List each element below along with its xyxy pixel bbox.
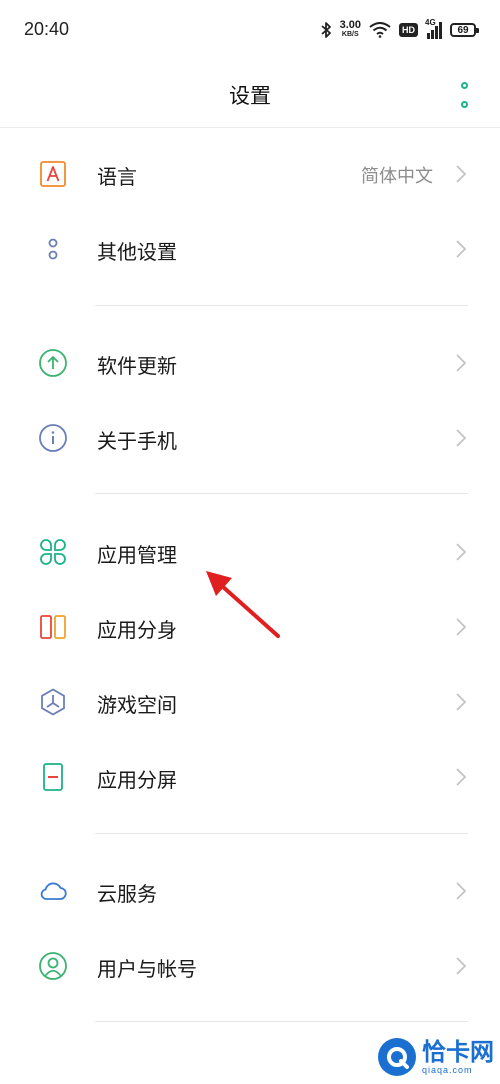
network-speed: 3.00 KB/S [339, 19, 361, 39]
more-dot-icon [460, 82, 468, 89]
chevron-right-icon [456, 165, 467, 183]
signal-bar-icon [439, 22, 442, 39]
network-speed-unit: KB/S [341, 31, 359, 38]
software-update-icon [38, 348, 68, 378]
game-space-icon [38, 687, 68, 717]
settings-item-split-screen[interactable]: 应用分屏 [0, 740, 500, 814]
users-accounts-icon [38, 951, 68, 981]
settings-item-label: 软件更新 [97, 354, 177, 378]
chevron-right-icon [456, 957, 467, 975]
settings-item-software-update[interactable]: 软件更新 [0, 326, 500, 400]
app-management-icon [38, 537, 68, 567]
more-dot-icon [460, 101, 468, 108]
settings-item-game-space[interactable]: 游戏空间 [0, 665, 500, 739]
chevron-right-icon [456, 543, 467, 561]
status-icons: 3.00 KB/S HD 4G 69 [320, 18, 479, 42]
divider [95, 305, 468, 306]
language-icon [38, 159, 68, 189]
chevron-right-icon [456, 618, 467, 636]
settings-item-cloud-service[interactable]: 云服务 [0, 854, 500, 928]
network-type: 4G [425, 18, 436, 27]
chevron-right-icon [456, 768, 467, 786]
signal-bar-icon [427, 33, 430, 39]
settings-item-app-clone[interactable]: 应用分身 [0, 590, 500, 664]
battery-icon: 69 [450, 23, 479, 37]
split-screen-icon [38, 762, 68, 792]
other-settings-icon [38, 234, 68, 264]
cellular-signal: 4G [425, 18, 442, 39]
settings-item-language[interactable]: 语言 简体中文 [0, 137, 500, 211]
settings-item-label: 其他设置 [97, 240, 177, 264]
watermark-text: 恰卡网 qiaqa.com [422, 1039, 494, 1075]
settings-item-label: 语言 [97, 165, 137, 189]
watermark-logo-icon [378, 1038, 416, 1076]
settings-item-label: 用户与帐号 [97, 957, 197, 981]
settings-item-users-accounts[interactable]: 用户与帐号 [0, 929, 500, 1003]
settings-item-label: 关于手机 [97, 429, 177, 453]
watermark-url: qiaqa.com [422, 1065, 473, 1075]
chevron-right-icon [456, 429, 467, 447]
wifi-icon [369, 22, 391, 38]
status-bar: 20:40 3.00 KB/S HD 4G 69 [0, 0, 500, 60]
settings-item-app-management[interactable]: 应用管理 [0, 515, 500, 589]
settings-item-label: 游戏空间 [97, 693, 177, 717]
settings-item-about-phone[interactable]: 关于手机 [0, 401, 500, 475]
network-speed-value: 3.00 [339, 19, 361, 31]
bluetooth-icon [320, 22, 331, 38]
more-options-button[interactable] [454, 82, 474, 108]
watermark-name: 恰卡网 [422, 1038, 494, 1066]
divider [95, 1021, 468, 1022]
chevron-right-icon [456, 882, 467, 900]
settings-item-value: 简体中文 [361, 166, 433, 187]
chevron-right-icon [456, 693, 467, 711]
chevron-right-icon [456, 354, 467, 372]
cloud-service-icon [38, 876, 68, 906]
watermark: 恰卡网 qiaqa.com [378, 1038, 494, 1076]
settings-item-label: 应用管理 [97, 543, 177, 567]
divider [95, 833, 468, 834]
app-header: 设置 [0, 60, 500, 128]
app-clone-icon [38, 612, 68, 642]
signal-bar-icon [435, 26, 438, 39]
about-phone-icon [38, 423, 68, 453]
hd-badge: HD [399, 23, 418, 37]
settings-item-label: 应用分身 [97, 618, 177, 642]
divider [95, 493, 468, 494]
battery-level: 69 [457, 24, 469, 36]
settings-item-other[interactable]: 其他设置 [0, 212, 500, 286]
settings-item-label: 云服务 [97, 882, 157, 906]
signal-bar-icon [431, 30, 434, 39]
status-time: 20:40 [24, 19, 70, 39]
page-title: 设置 [229, 84, 271, 108]
settings-item-label: 应用分屏 [97, 768, 177, 792]
chevron-right-icon [456, 240, 467, 258]
